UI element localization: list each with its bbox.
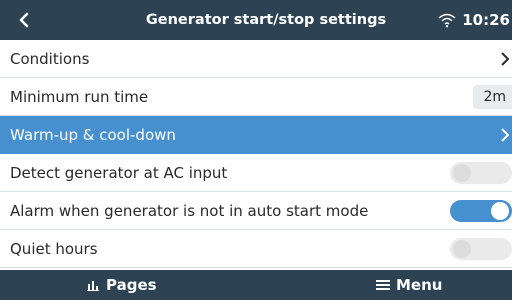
wifi-icon [438,13,456,28]
toggle-knob [453,240,471,258]
chevron-right-icon [501,52,509,66]
list-item-label: Minimum run time [10,88,149,106]
pages-button[interactable]: Pages [86,270,157,300]
page-title: Generator start/stop settings [145,12,387,28]
settings-list: Conditions Minimum run time 2m Warm-up &… [0,40,512,268]
menu-label: Menu [396,276,443,294]
top-bar: Generator start/stop settings 10:26 [0,0,512,40]
list-item-quiet-hours: Quiet hours [0,230,512,268]
alarm-auto-start-toggle[interactable] [450,200,512,222]
list-item-label: Detect generator at AC input [10,164,228,182]
clock: 10:26 [462,11,510,29]
back-button[interactable] [12,8,36,32]
list-item-label: Alarm when generator is not in auto star… [10,202,369,220]
bottom-bar: Pages Menu [0,270,512,300]
pages-label: Pages [106,276,157,294]
quiet-hours-toggle[interactable] [450,238,512,260]
detect-generator-toggle[interactable] [450,162,512,184]
list-item-alarm-auto-start: Alarm when generator is not in auto star… [0,192,512,230]
toggle-knob [453,164,471,182]
menu-button[interactable]: Menu [376,270,442,300]
value-badge: 2m [473,85,512,109]
list-item-label: Conditions [10,50,90,68]
list-item-detect-generator: Detect generator at AC input [0,154,512,192]
chevron-left-icon [19,12,29,28]
list-item-minimum-run-time[interactable]: Minimum run time 2m [0,78,512,116]
list-item-label: Warm-up & cool-down [10,126,176,144]
chevron-right-icon [501,128,509,142]
toggle-knob [491,202,509,220]
list-item-warm-up-cool-down[interactable]: Warm-up & cool-down [0,116,512,154]
list-item-label: Quiet hours [10,240,98,258]
status-area: 10:26 [437,0,510,40]
hamburger-menu-icon [376,280,390,290]
list-item-conditions[interactable]: Conditions [0,40,512,78]
bar-chart-icon [87,281,99,291]
